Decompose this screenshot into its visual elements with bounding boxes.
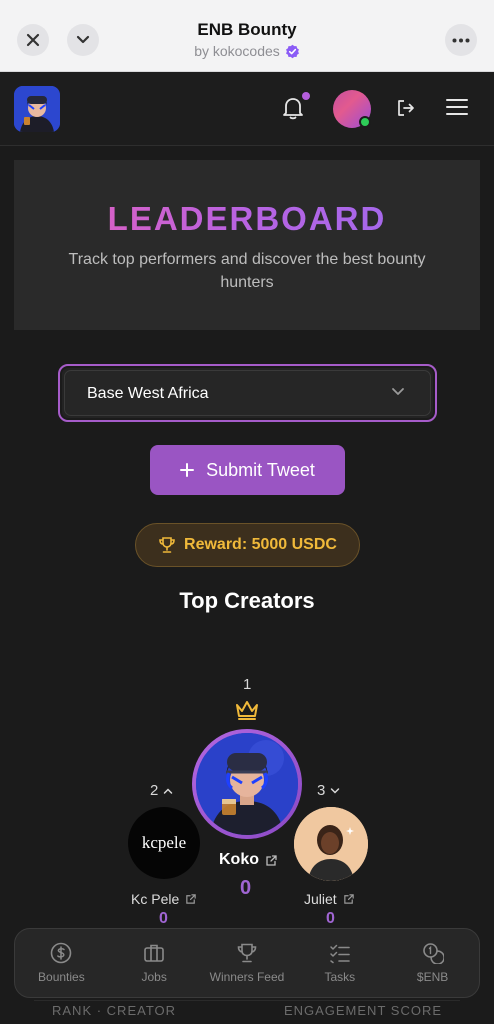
menu-button[interactable]: [446, 98, 468, 121]
external-link-icon: [266, 854, 277, 866]
author-text: by kokocodes: [194, 43, 280, 59]
rank-1-label: 1: [243, 676, 252, 693]
leaderboard-table-header: RANK · CREATOR ENGAGEMENT SCORE: [34, 1000, 460, 1024]
rank-3-label: 3: [317, 782, 340, 799]
logout-icon: [398, 100, 414, 116]
first-place-name[interactable]: Koko: [219, 851, 278, 869]
reward-label: Reward: 5000 USDC: [184, 536, 337, 553]
dollar-circle-icon: [51, 942, 72, 964]
hamburger-menu-icon: [446, 99, 468, 115]
notification-dot: [302, 92, 310, 100]
coins-icon: [422, 943, 444, 964]
trophy-icon: [237, 943, 257, 963]
logo-avatar-icon: [14, 86, 60, 132]
first-place-score: 0: [240, 877, 252, 899]
plus-icon: [180, 463, 195, 477]
bell-icon: [283, 98, 303, 120]
checklist-icon: [330, 944, 350, 964]
logout-button[interactable]: [396, 98, 416, 123]
first-place-avatar[interactable]: [192, 729, 302, 839]
page-title: LEADERBOARD: [14, 200, 480, 238]
notifications-button[interactable]: [282, 96, 304, 125]
verified-icon: [285, 44, 299, 58]
trophy-icon: [159, 537, 175, 553]
external-link-icon: [343, 894, 354, 904]
rank-2-label: 2: [150, 782, 173, 799]
chevron-down-icon: [331, 787, 340, 794]
app-logo[interactable]: [14, 86, 60, 132]
reward-badge: Reward: 5000 USDC: [135, 523, 360, 567]
engagement-score-header: ENGAGEMENT SCORE: [283, 1003, 442, 1018]
submit-tweet-button[interactable]: Submit Tweet: [150, 445, 345, 495]
third-place-score: 0: [326, 910, 335, 927]
chevron-up-icon: [164, 787, 173, 794]
bottom-navigation: Bounties Jobs Winners Feed Tasks $ENB: [14, 928, 480, 998]
region-select[interactable]: Base West Africa: [58, 364, 437, 422]
more-horizontal-icon: [452, 38, 470, 42]
second-place-name[interactable]: Kc Pele: [131, 891, 197, 907]
briefcase-icon: [144, 944, 164, 962]
kcpele-logo-text: kcpele: [141, 833, 187, 852]
chevron-down-icon: [392, 388, 404, 395]
koko-avatar-image: [196, 733, 298, 835]
nav-bounties[interactable]: Bounties: [16, 942, 106, 984]
leaderboard-hero: LEADERBOARD Track top performers and dis…: [14, 160, 480, 330]
submit-tweet-label: Submit Tweet: [206, 459, 315, 480]
page-subtitle: Track top performers and discover the be…: [68, 251, 426, 291]
juliet-avatar-icon: [294, 807, 368, 881]
third-place-name[interactable]: Juliet: [304, 891, 355, 907]
region-select-value: Base West Africa: [87, 385, 209, 402]
browser-subtitle: by kokocodes: [0, 43, 494, 59]
nav-enb[interactable]: $ENB: [388, 942, 478, 984]
nav-tasks[interactable]: Tasks: [295, 942, 385, 984]
crown-icon: [236, 701, 258, 720]
nav-winners-feed[interactable]: Winners Feed: [202, 942, 292, 984]
more-options-button[interactable]: [445, 24, 477, 56]
browser-bar: ENB Bounty by kokocodes: [0, 0, 494, 72]
online-status-dot: [359, 116, 371, 128]
rank-creator-header: RANK · CREATOR: [52, 1003, 177, 1018]
external-link-icon: [186, 894, 197, 904]
second-place-score: 0: [159, 910, 168, 927]
top-creators-heading: Top Creators: [179, 588, 315, 613]
koko-avatar-icon: [196, 733, 298, 835]
third-place-avatar[interactable]: [294, 807, 368, 881]
nav-jobs[interactable]: Jobs: [109, 942, 199, 984]
second-place-avatar[interactable]: kcpele: [128, 807, 200, 879]
browser-title: ENB Bounty: [197, 20, 297, 39]
app-header: [0, 72, 494, 146]
